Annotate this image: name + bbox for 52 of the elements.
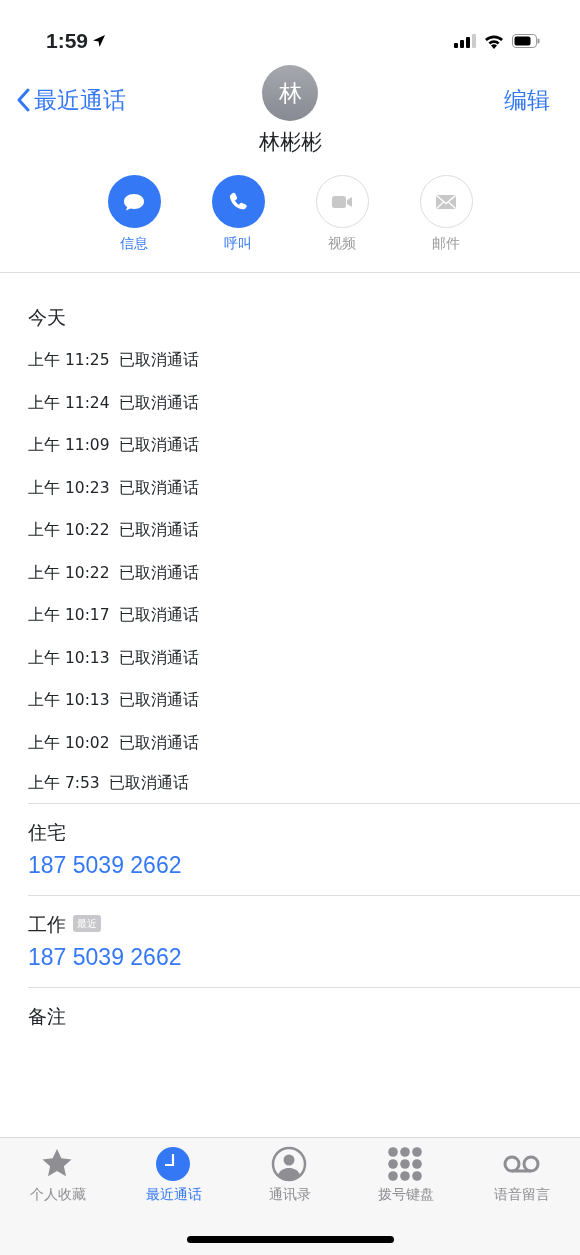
call-time: 上午 11:24 <box>28 392 110 414</box>
call-time: 上午 11:09 <box>28 435 110 457</box>
action-label: 呼叫 <box>224 234 252 253</box>
status-time: 1:59 <box>46 28 89 55</box>
phone-label: 住宅 <box>28 819 66 845</box>
call-time: 上午 7:53 <box>28 772 100 794</box>
tab-bar-item[interactable]: 通讯录 <box>232 1146 348 1255</box>
action-label: 视频 <box>328 234 356 253</box>
call-status: 已取消通话 <box>118 435 199 457</box>
phone-number-link[interactable]: 187 5039 2662 <box>28 940 182 975</box>
signal-icon <box>454 34 476 48</box>
call-status: 已取消通话 <box>118 477 199 499</box>
call-time: 上午 10:23 <box>28 477 110 499</box>
call-status: 已取消通话 <box>118 732 199 754</box>
contact-name: 林彬彬 <box>257 129 323 156</box>
back-button[interactable]: 最近通话 <box>16 83 126 118</box>
call-time: 上午 10:17 <box>28 605 110 627</box>
call-time: 上午 10:22 <box>28 562 110 584</box>
clock-icon <box>155 1146 193 1182</box>
call-log-heading: 今天 <box>28 305 67 330</box>
call-status: 已取消通话 <box>118 562 199 584</box>
call-status: 已取消通话 <box>118 647 199 669</box>
battery-icon <box>512 34 540 48</box>
call-status: 已取消通话 <box>118 520 199 542</box>
tab-bar-item[interactable]: 最近通话 <box>116 1146 232 1255</box>
tab-bar-item[interactable]: 个人收藏 <box>0 1146 116 1255</box>
phone-number-link[interactable]: 187 5039 2662 <box>28 848 182 883</box>
call-status: 已取消通话 <box>108 772 189 794</box>
chevron-left-icon <box>16 88 30 113</box>
call-time: 上午 10:13 <box>28 647 110 669</box>
location-arrow-icon <box>92 34 107 48</box>
tab-bar-item[interactable]: 语音留言 <box>464 1146 580 1255</box>
phone-label: 工作 <box>28 911 66 937</box>
contact-avatar: 林 <box>262 65 318 121</box>
notes-label: 备注 <box>28 1003 67 1029</box>
call-time: 上午 11:25 <box>28 350 110 372</box>
message-action-button[interactable] <box>107 175 161 228</box>
action-label: 信息 <box>120 234 148 253</box>
person-circle-icon <box>271 1146 309 1182</box>
call-action-button[interactable] <box>211 175 265 228</box>
action-label: 邮件 <box>432 234 460 253</box>
tab-bar-item[interactable]: 拨号键盘 <box>348 1146 464 1255</box>
call-status: 已取消通话 <box>118 392 199 414</box>
keypad-grid-icon <box>387 1146 425 1182</box>
call-time: 上午 10:13 <box>28 690 110 712</box>
edit-button[interactable]: 编辑 <box>504 83 550 118</box>
wifi-icon <box>484 33 504 49</box>
call-status: 已取消通话 <box>118 690 199 712</box>
call-time: 上午 10:22 <box>28 520 110 542</box>
call-time: 上午 10:02 <box>28 732 110 754</box>
call-status: 已取消通话 <box>118 350 199 372</box>
call-status: 已取消通话 <box>118 605 199 627</box>
